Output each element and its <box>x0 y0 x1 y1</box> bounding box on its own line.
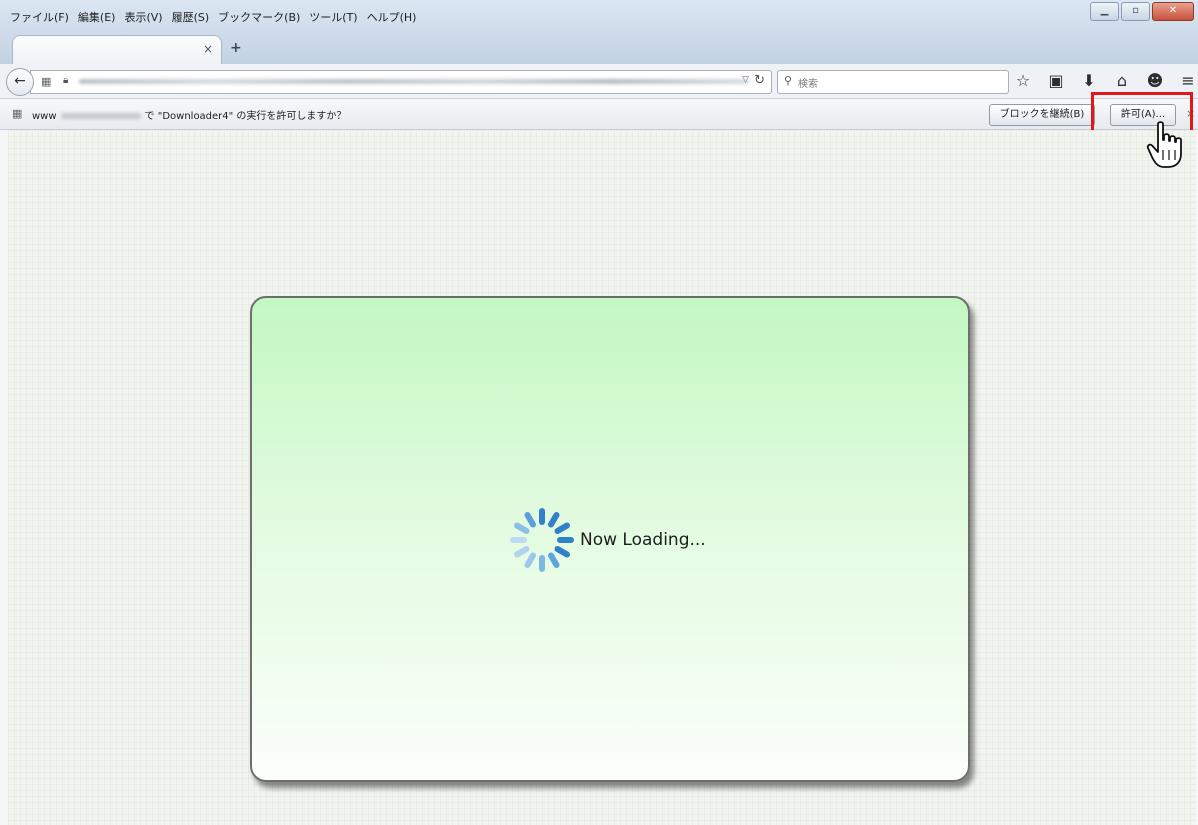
domain-blurred <box>60 113 141 119</box>
plugin-notification-bar: ▦ www で "Downloader4" の実行を許可しますか？ ブロックを継続… <box>0 99 1198 130</box>
back-button[interactable]: ← <box>6 68 34 96</box>
continue-blocking-button[interactable]: ブロックを継続(B) <box>989 104 1095 126</box>
menu-items: ファイル(F) 編集(E) 表示(V) 履歴(S) ブックマーク(B) ツール(… <box>10 9 416 25</box>
page-content: Now Loading... <box>8 130 1196 825</box>
maximize-button[interactable]: ▫ <box>1121 2 1150 21</box>
menu-view[interactable]: 表示(V) <box>124 9 162 25</box>
chat-icon[interactable]: ☻ <box>1145 72 1165 90</box>
loading-text: Now Loading... <box>580 530 706 550</box>
url-text-blurred <box>79 79 749 84</box>
back-arrow-icon: ← <box>14 73 26 89</box>
menu-bookmarks[interactable]: ブックマーク(B) <box>218 9 300 25</box>
notification-message: で "Downloader4" の実行を許可しますか？ <box>144 111 347 122</box>
maximize-icon: ▫ <box>1132 5 1139 16</box>
navigation-bar: ▦ 🔒︎ ▽ ↻ ← ⚲ 検索 ☆ ▣ ⬇ ⌂ ☻ ≡ <box>0 64 1198 99</box>
lock-icon: 🔒︎ <box>63 75 69 86</box>
new-tab-icon[interactable]: + <box>230 40 242 56</box>
search-icon: ⚲ <box>784 74 793 87</box>
window-controls: ▁ ▫ ✕ <box>1090 2 1194 21</box>
close-window-button[interactable]: ✕ <box>1152 2 1194 21</box>
bookmark-star-icon[interactable]: ☆ <box>1013 72 1033 90</box>
minimize-button[interactable]: ▁ <box>1090 2 1119 21</box>
tab-close-icon[interactable]: × <box>203 42 213 56</box>
plugin-icon: ▦ <box>12 107 23 120</box>
search-input[interactable]: ⚲ 検索 <box>777 70 1009 94</box>
minimize-icon: ▁ <box>1100 5 1109 16</box>
url-dropdown-icon[interactable]: ▽ <box>742 75 749 85</box>
menu-edit[interactable]: 編集(E) <box>78 9 116 25</box>
menu-history[interactable]: 履歴(S) <box>172 9 210 25</box>
loading-spinner-icon <box>510 508 574 572</box>
browser-window: ファイル(F) 編集(E) 表示(V) 履歴(S) ブックマーク(B) ツール(… <box>0 0 1198 825</box>
search-placeholder: 検索 <box>798 79 818 90</box>
menu-help[interactable]: ヘルプ(H) <box>367 9 417 25</box>
reload-icon[interactable]: ↻ <box>754 73 765 88</box>
loading-card: Now Loading... <box>250 296 970 782</box>
download-icon[interactable]: ⬇ <box>1079 72 1099 90</box>
notification-prefix: www <box>32 111 57 122</box>
tab-current[interactable]: × <box>12 35 222 65</box>
loading-indicator: Now Loading... <box>502 500 706 580</box>
menu-bar: ファイル(F) 編集(E) 表示(V) 履歴(S) ブックマーク(B) ツール(… <box>0 0 1198 30</box>
menu-tools[interactable]: ツール(T) <box>309 9 357 25</box>
hand-cursor-icon <box>1146 121 1182 168</box>
bookmarks-list-icon[interactable]: ▣ <box>1046 72 1066 90</box>
home-icon[interactable]: ⌂ <box>1112 72 1132 90</box>
toolbar-icons: ☆ ▣ ⬇ ⌂ ☻ ≡ <box>1013 72 1198 90</box>
menu-icon[interactable]: ≡ <box>1178 72 1198 90</box>
close-icon: ✕ <box>1168 5 1178 16</box>
menu-file[interactable]: ファイル(F) <box>10 9 69 25</box>
tab-strip: × + <box>0 30 1198 65</box>
notification-text: www で "Downloader4" の実行を許可しますか？ <box>32 107 346 122</box>
site-identity-icon[interactable]: ▦ <box>41 75 51 88</box>
url-bar[interactable]: ▦ 🔒︎ ▽ ↻ <box>30 70 772 94</box>
